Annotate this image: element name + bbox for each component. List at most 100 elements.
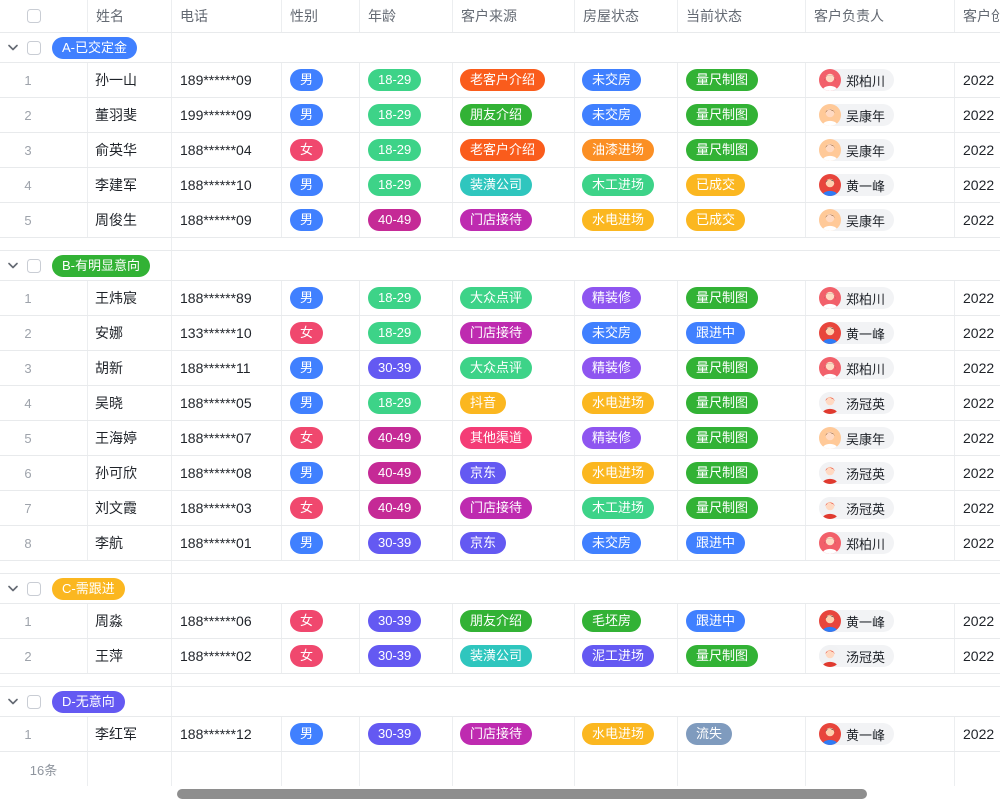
row-index-cell[interactable]: 3 bbox=[0, 133, 88, 167]
created-date-cell[interactable]: 2022 bbox=[955, 604, 1000, 638]
age-cell[interactable]: 30-39 bbox=[360, 604, 453, 638]
owner-cell[interactable]: 黄一峰 bbox=[806, 717, 955, 751]
column-header-created[interactable]: 客户创建时间 bbox=[955, 0, 1000, 32]
source-cell[interactable]: 京东 bbox=[453, 526, 575, 560]
row-index-cell[interactable]: 1 bbox=[0, 717, 88, 751]
current-status-cell[interactable]: 量尺制图 bbox=[678, 386, 806, 420]
gender-cell[interactable]: 男 bbox=[282, 717, 360, 751]
phone-cell[interactable]: 188******07 bbox=[172, 421, 282, 455]
source-cell[interactable]: 门店接待 bbox=[453, 491, 575, 525]
name-cell[interactable]: 李航 bbox=[88, 526, 172, 560]
owner-cell[interactable]: 郑柏川 bbox=[806, 63, 955, 97]
gender-cell[interactable]: 男 bbox=[282, 386, 360, 420]
column-header-status[interactable]: 当前状态 bbox=[678, 0, 806, 32]
current-status-cell[interactable]: 量尺制图 bbox=[678, 639, 806, 673]
current-status-cell[interactable]: 量尺制图 bbox=[678, 133, 806, 167]
owner-cell[interactable]: 黄一峰 bbox=[806, 168, 955, 202]
created-date-cell[interactable]: 2022 bbox=[955, 281, 1000, 315]
name-cell[interactable]: 刘文霞 bbox=[88, 491, 172, 525]
owner-cell[interactable]: 汤冠英 bbox=[806, 386, 955, 420]
current-status-cell[interactable]: 跟进中 bbox=[678, 604, 806, 638]
column-header-source[interactable]: 客户来源 bbox=[453, 0, 575, 32]
table-row[interactable]: 5周俊生188******09男40-49门店接待水电进场已成交吴康年2022 bbox=[0, 203, 1000, 238]
table-row[interactable]: 5王海婷188******07女40-49其他渠道精装修量尺制图吴康年2022 bbox=[0, 421, 1000, 456]
table-row[interactable]: 4李建军188******10男18-29装潢公司木工进场已成交黄一峰2022 bbox=[0, 168, 1000, 203]
source-cell[interactable]: 抖音 bbox=[453, 386, 575, 420]
phone-cell[interactable]: 188******01 bbox=[172, 526, 282, 560]
house-status-cell[interactable]: 木工进场 bbox=[575, 491, 678, 525]
owner-cell[interactable]: 汤冠英 bbox=[806, 639, 955, 673]
age-cell[interactable]: 18-29 bbox=[360, 281, 453, 315]
phone-cell[interactable]: 189******09 bbox=[172, 63, 282, 97]
current-status-cell[interactable]: 量尺制图 bbox=[678, 351, 806, 385]
collapse-chevron-icon[interactable] bbox=[7, 260, 19, 272]
source-cell[interactable]: 大众点评 bbox=[453, 281, 575, 315]
age-cell[interactable]: 18-29 bbox=[360, 386, 453, 420]
name-cell[interactable]: 胡新 bbox=[88, 351, 172, 385]
name-cell[interactable]: 孙一山 bbox=[88, 63, 172, 97]
collapse-chevron-icon[interactable] bbox=[7, 696, 19, 708]
created-date-cell[interactable]: 2022 bbox=[955, 386, 1000, 420]
house-status-cell[interactable]: 未交房 bbox=[575, 63, 678, 97]
name-cell[interactable]: 王炜宸 bbox=[88, 281, 172, 315]
owner-cell[interactable]: 郑柏川 bbox=[806, 526, 955, 560]
gender-cell[interactable]: 男 bbox=[282, 281, 360, 315]
owner-cell[interactable]: 吴康年 bbox=[806, 203, 955, 237]
gender-cell[interactable]: 男 bbox=[282, 526, 360, 560]
phone-cell[interactable]: 188******10 bbox=[172, 168, 282, 202]
row-index-cell[interactable]: 4 bbox=[0, 386, 88, 420]
created-date-cell[interactable]: 2022 bbox=[955, 456, 1000, 490]
current-status-cell[interactable]: 流失 bbox=[678, 717, 806, 751]
table-row[interactable]: 1王炜宸188******89男18-29大众点评精装修量尺制图郑柏川2022 bbox=[0, 281, 1000, 316]
column-header-gender[interactable]: 性别 bbox=[282, 0, 360, 32]
row-index-cell[interactable]: 7 bbox=[0, 491, 88, 525]
table-row[interactable]: 2董羽斐199******09男18-29朋友介绍未交房量尺制图吴康年2022 bbox=[0, 98, 1000, 133]
house-status-cell[interactable]: 未交房 bbox=[575, 526, 678, 560]
gender-cell[interactable]: 女 bbox=[282, 604, 360, 638]
owner-cell[interactable]: 汤冠英 bbox=[806, 491, 955, 525]
phone-cell[interactable]: 188******09 bbox=[172, 203, 282, 237]
created-date-cell[interactable]: 2022 bbox=[955, 63, 1000, 97]
group-select-checkbox[interactable] bbox=[27, 695, 41, 709]
source-cell[interactable]: 老客户介绍 bbox=[453, 63, 575, 97]
column-header-phone[interactable]: 电话 bbox=[172, 0, 282, 32]
name-cell[interactable]: 俞英华 bbox=[88, 133, 172, 167]
current-status-cell[interactable]: 已成交 bbox=[678, 168, 806, 202]
horizontal-scrollbar[interactable] bbox=[177, 789, 867, 799]
table-row[interactable]: 7刘文霞188******03女40-49门店接待木工进场量尺制图汤冠英2022 bbox=[0, 491, 1000, 526]
gender-cell[interactable]: 男 bbox=[282, 456, 360, 490]
table-row[interactable]: 8李航188******01男30-39京东未交房跟进中郑柏川2022 bbox=[0, 526, 1000, 561]
house-status-cell[interactable]: 精装修 bbox=[575, 351, 678, 385]
current-status-cell[interactable]: 量尺制图 bbox=[678, 63, 806, 97]
age-cell[interactable]: 40-49 bbox=[360, 203, 453, 237]
source-cell[interactable]: 朋友介绍 bbox=[453, 98, 575, 132]
phone-cell[interactable]: 188******04 bbox=[172, 133, 282, 167]
current-status-cell[interactable]: 已成交 bbox=[678, 203, 806, 237]
age-cell[interactable]: 18-29 bbox=[360, 133, 453, 167]
name-cell[interactable]: 孙可欣 bbox=[88, 456, 172, 490]
row-index-cell[interactable]: 4 bbox=[0, 168, 88, 202]
house-status-cell[interactable]: 精装修 bbox=[575, 421, 678, 455]
name-cell[interactable]: 吴晓 bbox=[88, 386, 172, 420]
phone-cell[interactable]: 188******11 bbox=[172, 351, 282, 385]
name-cell[interactable]: 李红军 bbox=[88, 717, 172, 751]
created-date-cell[interactable]: 2022 bbox=[955, 316, 1000, 350]
row-index-cell[interactable]: 3 bbox=[0, 351, 88, 385]
source-cell[interactable]: 装潢公司 bbox=[453, 639, 575, 673]
row-index-cell[interactable]: 6 bbox=[0, 456, 88, 490]
table-row[interactable]: 6孙可欣188******08男40-49京东水电进场量尺制图汤冠英2022 bbox=[0, 456, 1000, 491]
owner-cell[interactable]: 吴康年 bbox=[806, 421, 955, 455]
created-date-cell[interactable]: 2022 bbox=[955, 351, 1000, 385]
gender-cell[interactable]: 男 bbox=[282, 168, 360, 202]
source-cell[interactable]: 大众点评 bbox=[453, 351, 575, 385]
name-cell[interactable]: 王海婷 bbox=[88, 421, 172, 455]
gender-cell[interactable]: 男 bbox=[282, 98, 360, 132]
phone-cell[interactable]: 188******08 bbox=[172, 456, 282, 490]
row-index-cell[interactable]: 5 bbox=[0, 203, 88, 237]
created-date-cell[interactable]: 2022 bbox=[955, 639, 1000, 673]
age-cell[interactable]: 18-29 bbox=[360, 316, 453, 350]
created-date-cell[interactable]: 2022 bbox=[955, 491, 1000, 525]
owner-cell[interactable]: 吴康年 bbox=[806, 98, 955, 132]
gender-cell[interactable]: 男 bbox=[282, 203, 360, 237]
created-date-cell[interactable]: 2022 bbox=[955, 133, 1000, 167]
